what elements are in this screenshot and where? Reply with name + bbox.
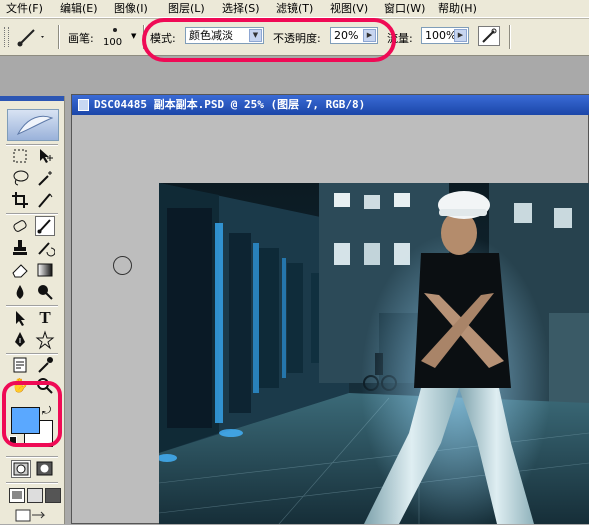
airbrush-toggle[interactable]	[478, 26, 500, 46]
jump-to-imageready-button[interactable]	[14, 508, 50, 522]
blur-icon[interactable]	[10, 282, 30, 302]
toolbox-header[interactable]	[0, 96, 64, 101]
screen-mode-icon	[12, 491, 22, 499]
screen-mode-full-menu-button[interactable]	[27, 488, 43, 503]
screen-mode-standard-button[interactable]	[9, 488, 25, 503]
tool-preset-button[interactable]	[14, 26, 48, 48]
menu-filter[interactable]: 滤镜(T)	[276, 1, 313, 16]
brush-preset-picker[interactable]: 100 ▼	[100, 22, 140, 52]
document-icon	[78, 99, 89, 111]
grip-icon[interactable]	[4, 27, 9, 47]
menu-layer[interactable]: 图层(L)	[168, 1, 205, 16]
pen-icon[interactable]	[10, 330, 30, 350]
menu-edit[interactable]: 编辑(E)	[60, 1, 98, 16]
standard-mode-button[interactable]	[11, 460, 31, 478]
menu-view[interactable]: 视图(V)	[330, 1, 368, 16]
healing-brush-icon[interactable]	[10, 216, 30, 236]
photo-dancer-in-alley	[159, 183, 589, 524]
chevron-right-icon: ▶	[454, 29, 467, 42]
lasso-icon[interactable]	[10, 168, 30, 188]
quick-mask-icon	[36, 461, 53, 476]
airbrush-icon	[482, 28, 497, 43]
flow-value: 100%	[425, 29, 457, 42]
menu-image[interactable]: 图像(I)	[114, 1, 148, 16]
crop-icon[interactable]	[10, 190, 30, 210]
document-title-bar[interactable]: DSC04485 副本副本.PSD @ 25% (图层 7, RGB/8)	[72, 95, 589, 115]
image-canvas[interactable]	[159, 183, 589, 524]
highlight-mark	[2, 381, 62, 447]
slice-icon[interactable]	[35, 190, 55, 210]
menu-help[interactable]: 帮助(H)	[438, 1, 477, 16]
standard-mode-icon	[13, 462, 29, 476]
toolbox: T ✋ ⤾	[0, 96, 65, 524]
history-brush-icon[interactable]	[35, 238, 56, 258]
clone-stamp-icon[interactable]	[10, 238, 30, 258]
brush-size-value: 100	[103, 37, 123, 48]
screen-mode-full-button[interactable]	[45, 488, 61, 503]
document-title: DSC04485 副本副本.PSD @ 25% (图层 7, RGB/8)	[94, 98, 366, 111]
menu-window[interactable]: 窗口(W)	[384, 1, 425, 16]
quick-mask-button[interactable]	[35, 460, 55, 478]
chevron-down-icon: ▼	[131, 32, 137, 40]
eraser-icon[interactable]	[10, 260, 30, 280]
rect-marquee-icon[interactable]	[10, 146, 30, 166]
photoshop-logo[interactable]	[7, 109, 59, 141]
feather-logo-icon	[16, 115, 54, 136]
brush-icon	[17, 29, 44, 47]
menu-file[interactable]: 文件(F)	[6, 1, 43, 16]
menu-bar: 文件(F) 编辑(E) 图像(I) 图层(L) 选择(S) 滤镜(T) 视图(V…	[0, 0, 589, 18]
type-icon[interactable]: T	[35, 308, 55, 328]
imageready-icon	[15, 509, 46, 522]
flow-input[interactable]: 100% ▶	[421, 27, 469, 44]
path-select-icon[interactable]	[10, 308, 30, 328]
move-icon[interactable]	[35, 146, 55, 166]
magic-wand-icon[interactable]	[35, 168, 55, 188]
notes-icon[interactable]	[10, 355, 30, 375]
brush-cursor-circle	[113, 256, 132, 275]
eyedropper-icon[interactable]	[35, 355, 55, 375]
document-window: DSC04485 副本副本.PSD @ 25% (图层 7, RGB/8)	[71, 94, 589, 524]
brush-label: 画笔:	[68, 32, 94, 45]
menu-select[interactable]: 选择(S)	[222, 1, 260, 16]
shape-icon[interactable]	[35, 330, 55, 350]
highlight-mark	[142, 18, 396, 62]
gradient-icon[interactable]	[35, 260, 55, 280]
dodge-icon[interactable]	[35, 282, 55, 302]
brush-tip-preview	[113, 28, 117, 32]
brush-tool-icon[interactable]	[35, 216, 55, 236]
